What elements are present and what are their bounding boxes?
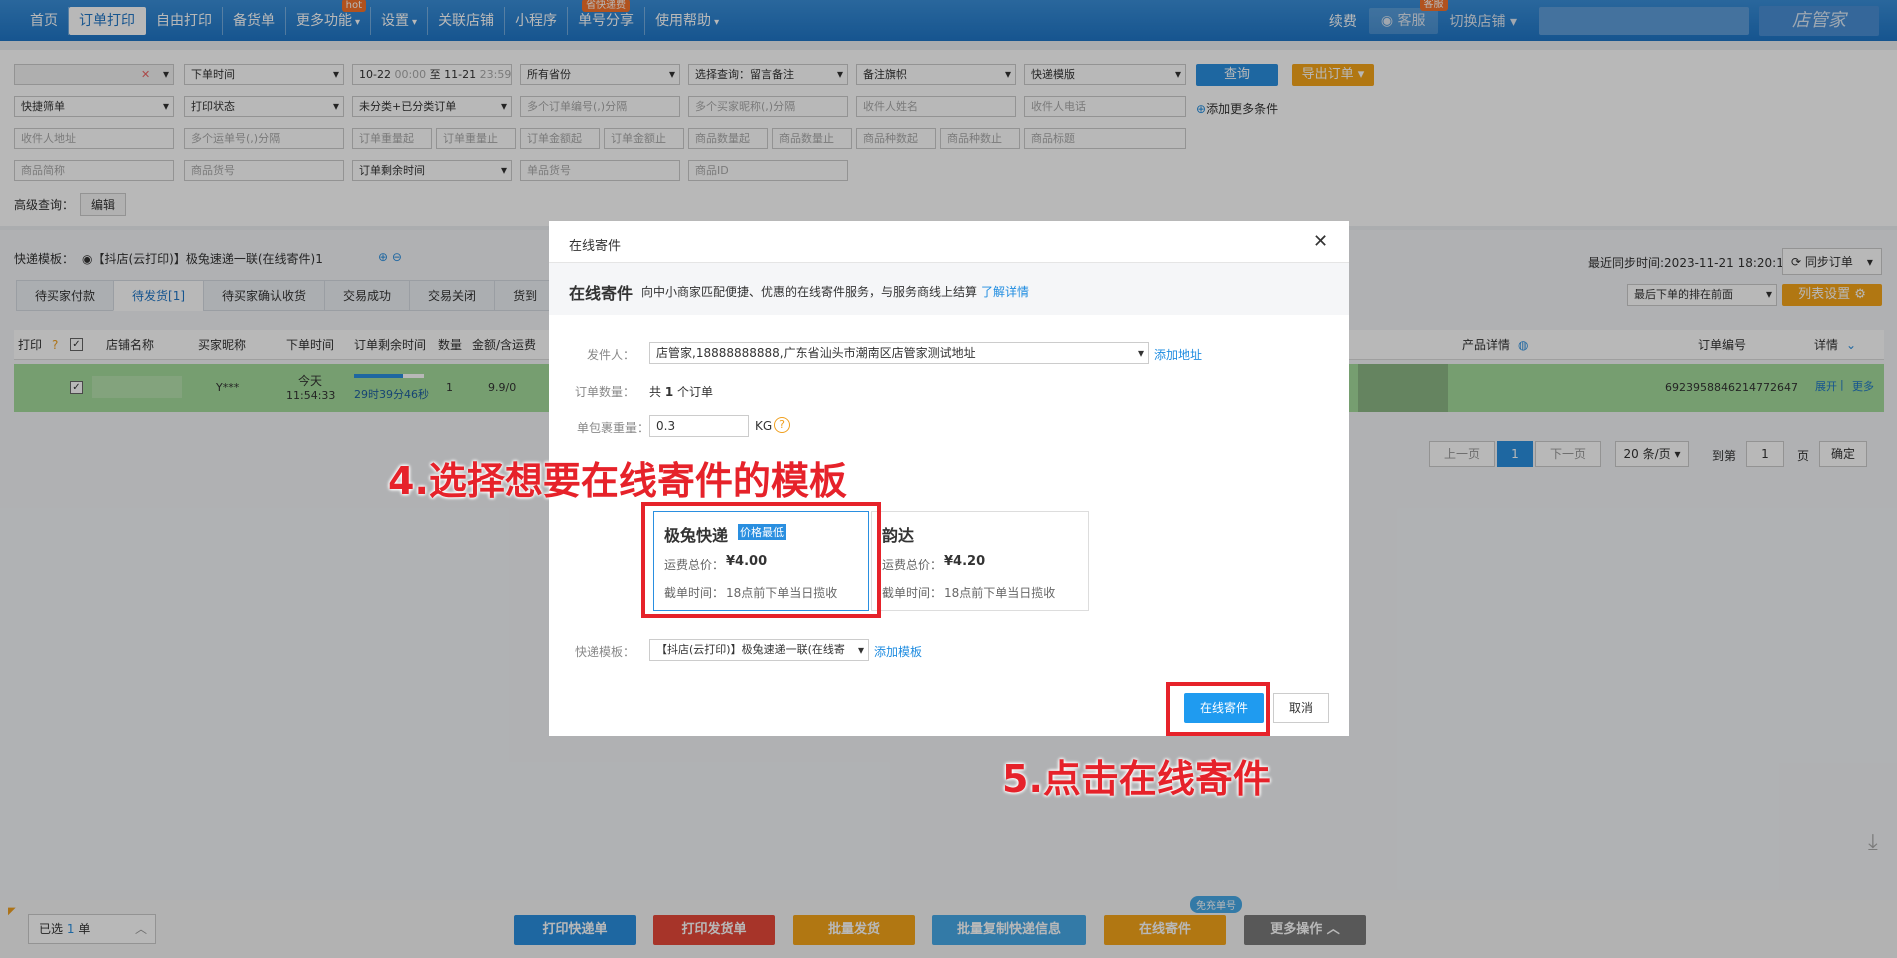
- count-suffix: 个订单: [677, 385, 714, 399]
- add-address-link[interactable]: 添加地址: [1154, 346, 1202, 363]
- highlight-submit-box: [1166, 682, 1270, 736]
- template-select[interactable]: 【抖店(云打印)】极兔速递一联(在线寄: [649, 639, 869, 661]
- cancel-button[interactable]: 取消: [1273, 693, 1329, 723]
- count-number: 1: [664, 385, 674, 399]
- help-icon[interactable]: ?: [774, 417, 790, 433]
- step5-annotation: 5.点击在线寄件: [1002, 757, 1271, 801]
- courier-price: ¥4.20: [944, 554, 986, 569]
- dialog-header: 在线寄件 ✕: [549, 221, 1349, 263]
- intro-title: 在线寄件: [569, 284, 634, 303]
- step4-annotation: 4.选择想要在线寄件的模板: [388, 459, 847, 503]
- order-count: 共 1 个订单: [649, 383, 713, 400]
- order-count-label: 订单数量：: [574, 385, 635, 399]
- price-label: 运费总价：: [882, 558, 943, 572]
- count-prefix: 共: [649, 385, 662, 399]
- close-icon[interactable]: ✕: [1313, 231, 1328, 252]
- select-value: 【抖店(云打印)】极兔速递一联(在线寄: [656, 643, 845, 656]
- sender-label: 发件人：: [586, 348, 635, 362]
- dialog-intro: 在线寄件 向中小商家匹配便捷、优惠的在线寄件服务，与服务商线上结算 了解详情: [549, 263, 1349, 315]
- dialog-title: 在线寄件: [569, 239, 622, 254]
- weight-input[interactable]: 0.3: [649, 415, 749, 437]
- courier-name: 韵达: [882, 526, 915, 545]
- weight-unit: KG: [755, 419, 773, 433]
- sender-select[interactable]: 店管家,18888888888,广东省汕头市潮南区店管家测试地址: [649, 342, 1149, 364]
- courier-card-yunda[interactable]: 韵达 运费总价： ¥4.20 截单时间： 18点前下单当日揽收: [871, 511, 1089, 611]
- intro-desc: 向中小商家匹配便捷、优惠的在线寄件服务，与服务商线上结算: [641, 285, 978, 299]
- highlight-courier-box: [641, 502, 881, 618]
- add-template-link[interactable]: 添加模板: [874, 643, 922, 660]
- template-label: 快递模板：: [574, 645, 635, 659]
- weight-label: 单包裹重量：: [576, 421, 649, 435]
- cutoff-time: 18点前下单当日揽收: [944, 586, 1056, 600]
- cutoff-label: 截单时间：: [882, 586, 943, 600]
- select-value: 店管家,18888888888,广东省汕头市潮南区店管家测试地址: [656, 346, 976, 360]
- learn-more-link[interactable]: 了解详情: [981, 283, 1029, 300]
